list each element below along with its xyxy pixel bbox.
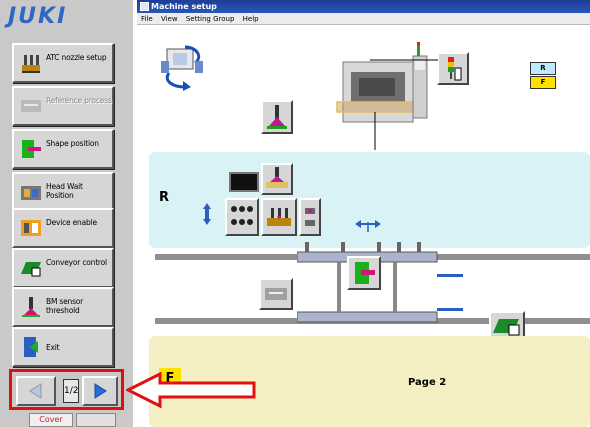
page-navigator: 1/2	[9, 369, 124, 410]
rotate-arrows-icon	[161, 45, 203, 91]
display-panel	[229, 172, 259, 192]
sidebar-item-label: Shape position	[46, 139, 99, 148]
cover-status: Cover	[29, 413, 73, 427]
tool-button[interactable]	[299, 198, 321, 236]
width-arrow-icon	[355, 220, 381, 232]
device-enable-icon	[21, 220, 41, 236]
swap-view-button[interactable]	[159, 43, 205, 91]
conveyor-control-button[interactable]: Conveyor control	[12, 248, 114, 288]
device-enable-button[interactable]: Device enable	[12, 208, 114, 248]
atc-nozzle-icon	[22, 55, 40, 73]
page-indicator: 1/2	[63, 379, 79, 403]
reference-icon	[21, 100, 41, 112]
nozzle-check-button[interactable]	[261, 163, 293, 195]
sidebar-item-label: BM sensor threshold	[46, 297, 84, 315]
annotation-arrow-icon	[126, 372, 256, 408]
shape-position-icon	[22, 140, 41, 158]
nozzle-head-icon	[267, 105, 287, 129]
head-position-button[interactable]	[261, 100, 293, 134]
triangle-left-icon	[29, 383, 42, 399]
shape-position-button[interactable]: Shape position	[12, 129, 114, 169]
annotation-label: Page 2	[408, 377, 447, 388]
exit-icon	[24, 337, 38, 357]
head-wait-position-button[interactable]: Head Wait Position	[12, 172, 114, 212]
front-badge: F	[530, 76, 556, 89]
menu-file[interactable]: File	[141, 13, 153, 25]
status-panel	[76, 413, 116, 427]
sidebar-item-label: Head Wait Position	[46, 182, 83, 200]
sidebar-item-label: Conveyor control	[46, 258, 107, 267]
sidebar-item-label: Reference process	[46, 96, 112, 105]
triangle-right-icon	[94, 383, 107, 399]
menu-bar: File View Setting Group Help	[137, 13, 590, 25]
wrench-icon	[305, 208, 315, 226]
bm-sensor-threshold-button[interactable]: BM sensor threshold	[12, 287, 114, 327]
reference-board-button[interactable]	[259, 278, 293, 310]
next-page-button[interactable]	[82, 376, 118, 406]
menu-help[interactable]: Help	[243, 13, 259, 25]
feeder-bank-button[interactable]	[225, 198, 259, 236]
sidebar: JUKI ATC nozzle setup Reference process …	[0, 0, 133, 427]
prev-page-button[interactable]	[16, 376, 56, 406]
atc-station-button[interactable]	[261, 198, 297, 236]
rear-section: R	[149, 152, 590, 248]
atc-station-icon	[267, 208, 291, 226]
height-arrow-icon	[203, 203, 211, 225]
reference-icon	[265, 288, 287, 300]
menu-view[interactable]: View	[161, 13, 178, 25]
sidebar-item-label: Exit	[46, 343, 60, 352]
exit-button[interactable]: Exit	[12, 327, 114, 367]
shape-position-icon	[355, 262, 375, 284]
nozzle-station-icon	[266, 167, 288, 188]
brand-logo: JUKI	[8, 4, 68, 29]
window-title: Machine setup	[151, 2, 217, 11]
rear-badge: R	[530, 62, 556, 75]
sidebar-item-label: ATC nozzle setup	[46, 53, 107, 62]
bm-sensor-icon	[22, 297, 40, 317]
reference-process-button[interactable]: Reference process	[12, 86, 114, 126]
connector-line	[370, 59, 438, 61]
rear-label: R	[159, 190, 170, 205]
app-icon	[140, 2, 149, 11]
menu-setting-group[interactable]: Setting Group	[186, 13, 235, 25]
signal-tower-button[interactable]	[437, 52, 469, 85]
sidebar-item-label: Device enable	[46, 218, 97, 227]
shape-position-board-button[interactable]	[347, 256, 381, 290]
conveyor-icon	[21, 262, 41, 277]
feeder-bank-icon	[231, 206, 253, 225]
machine-setup-window: Machine setup File View Setting Group He…	[137, 0, 590, 427]
head-wait-icon	[21, 186, 41, 200]
title-bar: Machine setup	[137, 0, 590, 13]
atc-nozzle-setup-button[interactable]: ATC nozzle setup	[12, 43, 114, 83]
sensor-lines	[437, 274, 463, 311]
signal-tower-icon	[448, 57, 462, 81]
